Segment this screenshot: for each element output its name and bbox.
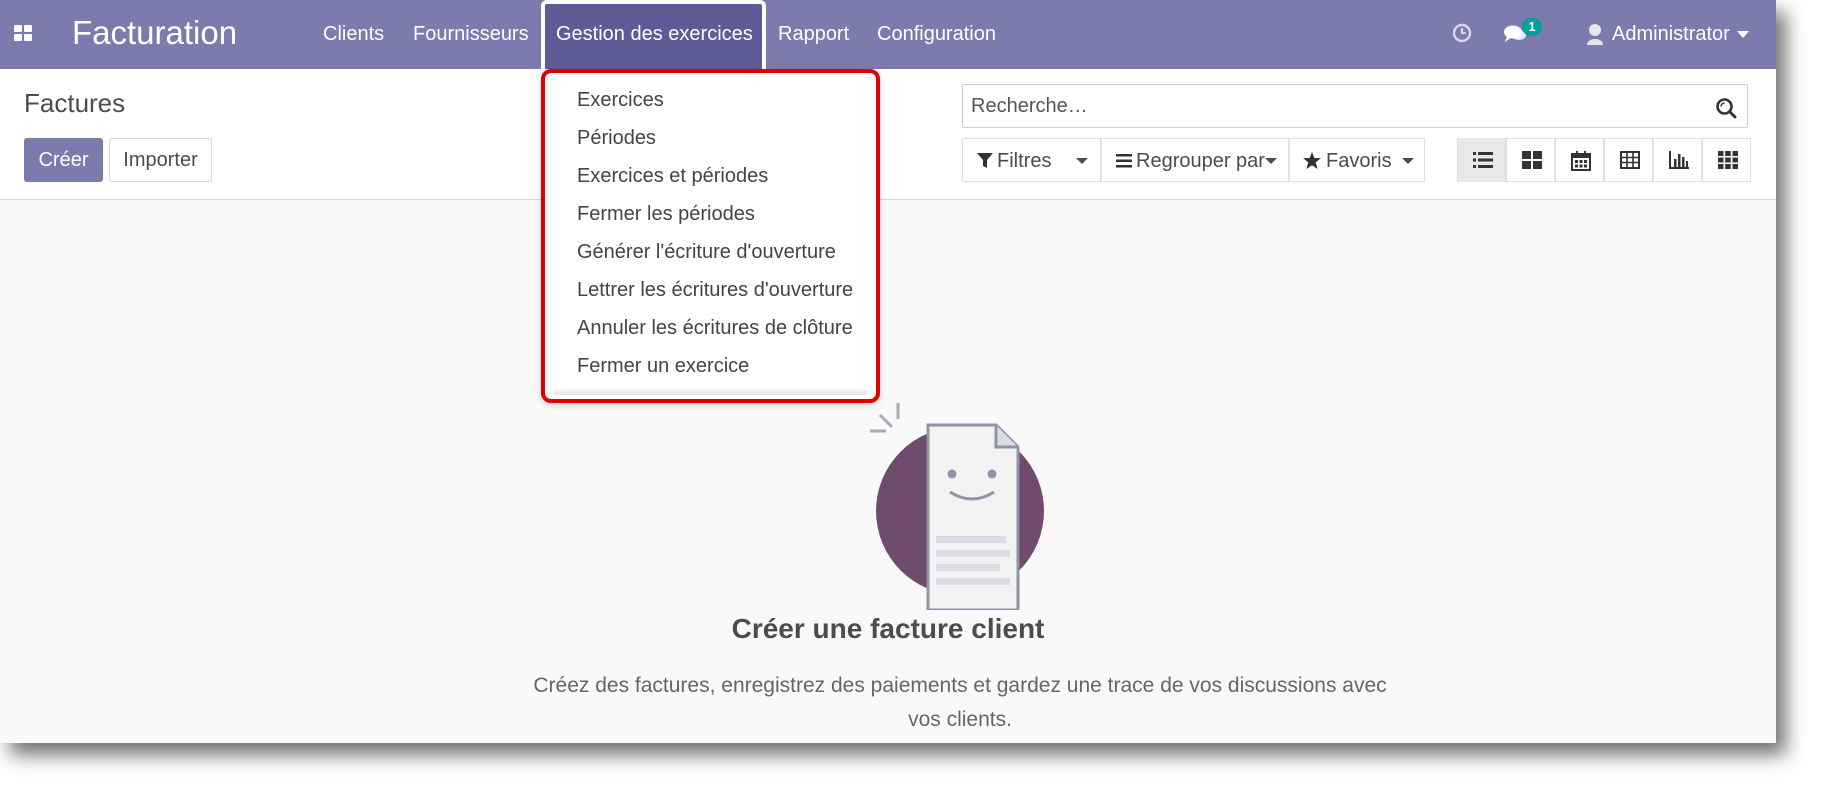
grid-view-button[interactable] (1702, 138, 1751, 182)
menu-fournisseurs[interactable]: Fournisseurs (413, 22, 529, 46)
list-icon (1473, 152, 1493, 168)
menu-item-generer-ecriture-ouverture[interactable]: Générer l'écriture d'ouverture (577, 240, 836, 264)
menu-item-fermer-les-periodes[interactable]: Fermer les périodes (577, 202, 755, 226)
menu-configuration[interactable]: Configuration (877, 22, 996, 46)
apps-grid-icon[interactable] (14, 25, 34, 43)
filters-button[interactable]: Filtres (962, 138, 1101, 182)
bars-icon (1116, 154, 1132, 168)
menu-clients[interactable]: Clients (323, 22, 384, 46)
chevron-down-icon (1402, 158, 1414, 164)
favorites-label: Favoris (1326, 150, 1392, 172)
menu-item-exercices-et-periodes[interactable]: Exercices et périodes (577, 164, 768, 188)
empty-state-text-line: Créez des factures, enregistrez des paie… (533, 674, 1387, 697)
chevron-down-icon[interactable] (1737, 31, 1749, 38)
clock-icon[interactable] (1452, 23, 1472, 43)
empty-state-text-line: vos clients. (908, 708, 1012, 731)
group-by-button[interactable]: Regrouper par (1101, 138, 1289, 182)
menu-rapport[interactable]: Rapport (778, 22, 849, 46)
app-window: Facturation Clients Fournisseurs Gestion… (0, 0, 1776, 743)
create-button[interactable]: Créer (24, 138, 103, 182)
exercices-dropdown-menu: Exercices Périodes Exercices et périodes… (541, 69, 880, 403)
chevron-down-icon (1076, 158, 1088, 164)
group-by-label: Regrouper par (1136, 150, 1265, 172)
empty-state-text: Créez des factures, enregistrez des paie… (500, 669, 1420, 737)
star-icon (1303, 152, 1321, 169)
grid-icon (1718, 151, 1738, 169)
kanban-view-button[interactable] (1506, 138, 1555, 182)
search-input[interactable] (971, 93, 1671, 119)
dropdown-bottom-edge (553, 389, 868, 395)
menu-gestion-des-exercices[interactable]: Gestion des exercices (556, 22, 753, 46)
user-menu[interactable]: Administrator (1612, 22, 1730, 46)
menu-item-fermer-un-exercice[interactable]: Fermer un exercice (577, 354, 749, 378)
invoice-illustration (870, 403, 1044, 610)
chevron-down-icon (1265, 158, 1277, 164)
menu-item-lettrer-ecritures-ouverture[interactable]: Lettrer les écritures d'ouverture (577, 278, 853, 302)
table-icon (1620, 151, 1640, 169)
list-view-button[interactable] (1457, 138, 1506, 182)
favorites-button[interactable]: Favoris (1289, 138, 1425, 182)
messages-badge: 1 (1522, 18, 1542, 36)
search-box (962, 84, 1748, 128)
bar-chart-icon (1669, 151, 1689, 169)
graph-view-button[interactable] (1653, 138, 1702, 182)
user-avatar-icon[interactable] (1586, 23, 1604, 45)
menu-item-annuler-ecritures-cloture[interactable]: Annuler les écritures de clôture (577, 316, 853, 340)
menu-item-exercices[interactable]: Exercices (577, 88, 664, 112)
filters-label: Filtres (997, 150, 1052, 172)
empty-state-title: Créer une facture client (731, 613, 1045, 644)
filter-icon (977, 153, 993, 168)
page-title: Factures (24, 88, 126, 118)
search-icon[interactable] (1715, 97, 1737, 119)
import-button[interactable]: Importer (109, 138, 212, 182)
calendar-view-button[interactable] (1555, 138, 1604, 182)
calendar-icon (1571, 151, 1591, 171)
top-navbar: Facturation Clients Fournisseurs Gestion… (0, 0, 1776, 69)
pivot-view-button[interactable] (1604, 138, 1653, 182)
menu-item-periodes[interactable]: Périodes (577, 126, 656, 150)
app-brand: Facturation (72, 14, 238, 51)
kanban-icon (1522, 151, 1542, 169)
